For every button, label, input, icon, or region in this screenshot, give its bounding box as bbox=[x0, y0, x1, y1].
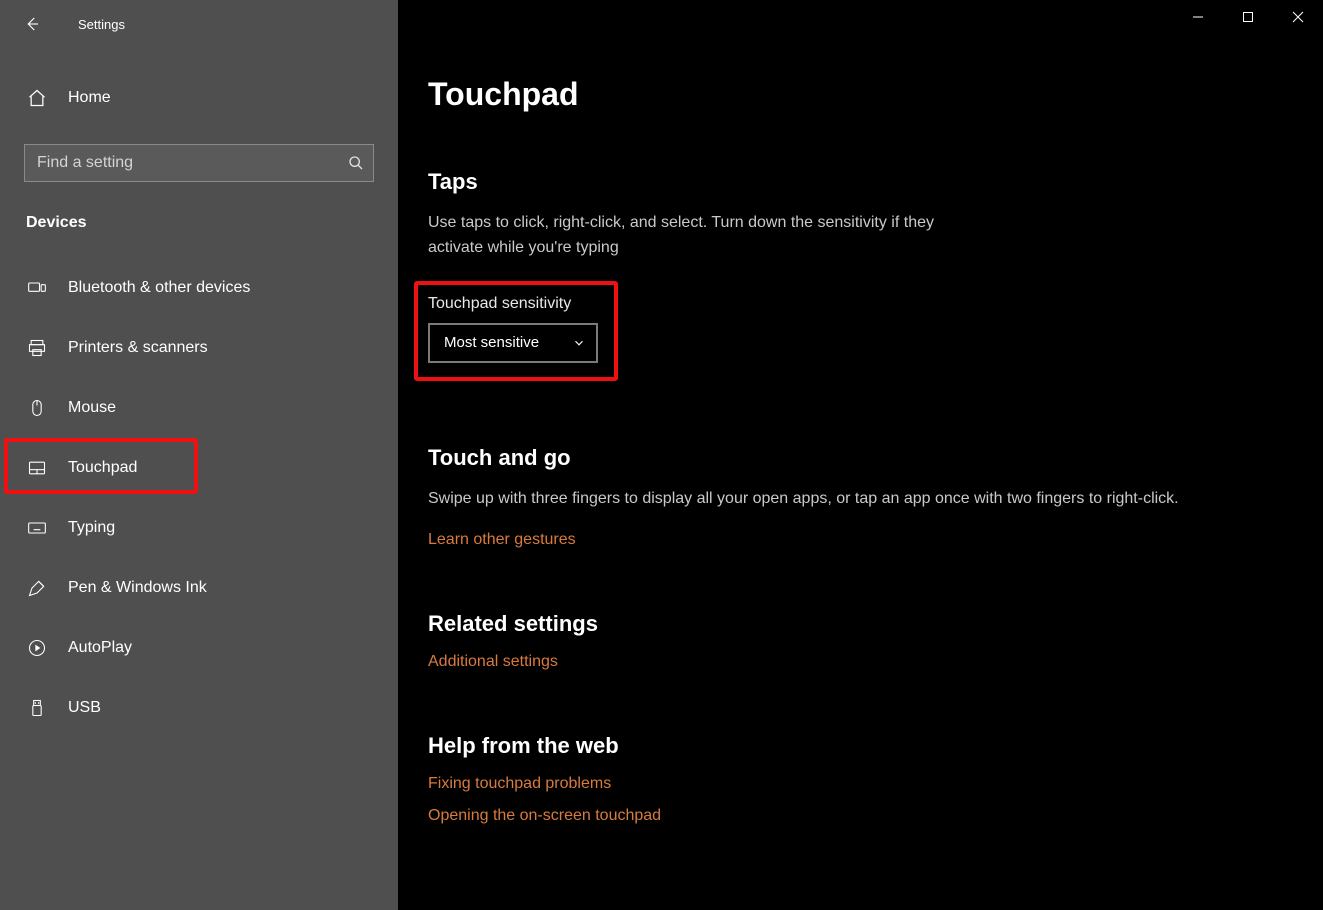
sensitivity-dropdown[interactable]: Most sensitive bbox=[428, 323, 598, 363]
sidebar-home-label: Home bbox=[68, 89, 111, 107]
sidebar-nav: Bluetooth & other devices Printers & sca… bbox=[0, 258, 398, 738]
minimize-button[interactable] bbox=[1173, 0, 1223, 34]
maximize-icon bbox=[1242, 11, 1254, 23]
sidebar-topbar: Settings bbox=[0, 0, 398, 48]
minimize-icon bbox=[1192, 11, 1204, 23]
dropdown-value: Most sensitive bbox=[444, 334, 539, 351]
sensitivity-block: Touchpad sensitivity Most sensitive bbox=[414, 281, 618, 381]
usb-icon bbox=[26, 698, 48, 718]
sidebar-item-label: Printers & scanners bbox=[68, 339, 208, 357]
search-wrap bbox=[24, 144, 374, 182]
pen-icon bbox=[26, 578, 48, 598]
sidebar-item-touchpad[interactable]: Touchpad bbox=[0, 438, 398, 498]
page-title: Touchpad bbox=[428, 76, 1269, 113]
close-button[interactable] bbox=[1273, 0, 1323, 34]
sidebar-item-label: USB bbox=[68, 699, 101, 717]
touchpad-icon bbox=[26, 458, 48, 478]
link-fix-touchpad[interactable]: Fixing touchpad problems bbox=[428, 775, 611, 793]
sidebar-home[interactable]: Home bbox=[0, 70, 398, 126]
sidebar-item-label: Pen & Windows Ink bbox=[68, 579, 207, 597]
app-title: Settings bbox=[78, 17, 125, 32]
section-heading-touchgo: Touch and go bbox=[428, 445, 1269, 471]
arrow-left-icon bbox=[23, 15, 41, 33]
devices-icon bbox=[26, 278, 48, 298]
search-input[interactable] bbox=[24, 144, 374, 182]
sidebar-item-typing[interactable]: Typing bbox=[0, 498, 398, 558]
section-desc-taps: Use taps to click, right-click, and sele… bbox=[428, 211, 988, 261]
printer-icon bbox=[26, 338, 48, 358]
link-learn-gestures[interactable]: Learn other gestures bbox=[428, 531, 576, 549]
section-heading-taps: Taps bbox=[428, 169, 1269, 195]
mouse-icon bbox=[26, 398, 48, 418]
sidebar-item-label: Bluetooth & other devices bbox=[68, 279, 250, 297]
sidebar-item-label: Touchpad bbox=[68, 459, 137, 477]
sidebar-item-usb[interactable]: USB bbox=[0, 678, 398, 738]
section-heading-related: Related settings bbox=[428, 611, 1269, 637]
window-controls bbox=[1173, 0, 1323, 34]
sidebar-item-autoplay[interactable]: AutoPlay bbox=[0, 618, 398, 678]
sidebar-item-printers[interactable]: Printers & scanners bbox=[0, 318, 398, 378]
keyboard-icon bbox=[26, 518, 48, 538]
main-panel: Touchpad Taps Use taps to click, right-c… bbox=[398, 0, 1323, 910]
sidebar-item-label: Mouse bbox=[68, 399, 116, 417]
section-desc-touchgo: Swipe up with three fingers to display a… bbox=[428, 487, 1269, 512]
sidebar-category: Devices bbox=[26, 214, 372, 232]
sidebar-item-bluetooth[interactable]: Bluetooth & other devices bbox=[0, 258, 398, 318]
sensitivity-label: Touchpad sensitivity bbox=[428, 295, 598, 313]
sidebar: Settings Home Devices bbox=[0, 0, 398, 910]
page-content: Touchpad Taps Use taps to click, right-c… bbox=[398, 0, 1323, 839]
maximize-button[interactable] bbox=[1223, 0, 1273, 34]
chevron-down-icon bbox=[572, 336, 586, 350]
sidebar-item-pen[interactable]: Pen & Windows Ink bbox=[0, 558, 398, 618]
sidebar-item-mouse[interactable]: Mouse bbox=[0, 378, 398, 438]
link-additional-settings[interactable]: Additional settings bbox=[428, 653, 558, 671]
sidebar-item-label: Typing bbox=[68, 519, 115, 537]
autoplay-icon bbox=[26, 638, 48, 658]
section-heading-help: Help from the web bbox=[428, 733, 1269, 759]
close-icon bbox=[1292, 11, 1304, 23]
home-icon bbox=[26, 88, 48, 108]
link-onscreen-touchpad[interactable]: Opening the on-screen touchpad bbox=[428, 807, 661, 825]
sidebar-item-label: AutoPlay bbox=[68, 639, 132, 657]
back-button[interactable] bbox=[14, 6, 50, 42]
